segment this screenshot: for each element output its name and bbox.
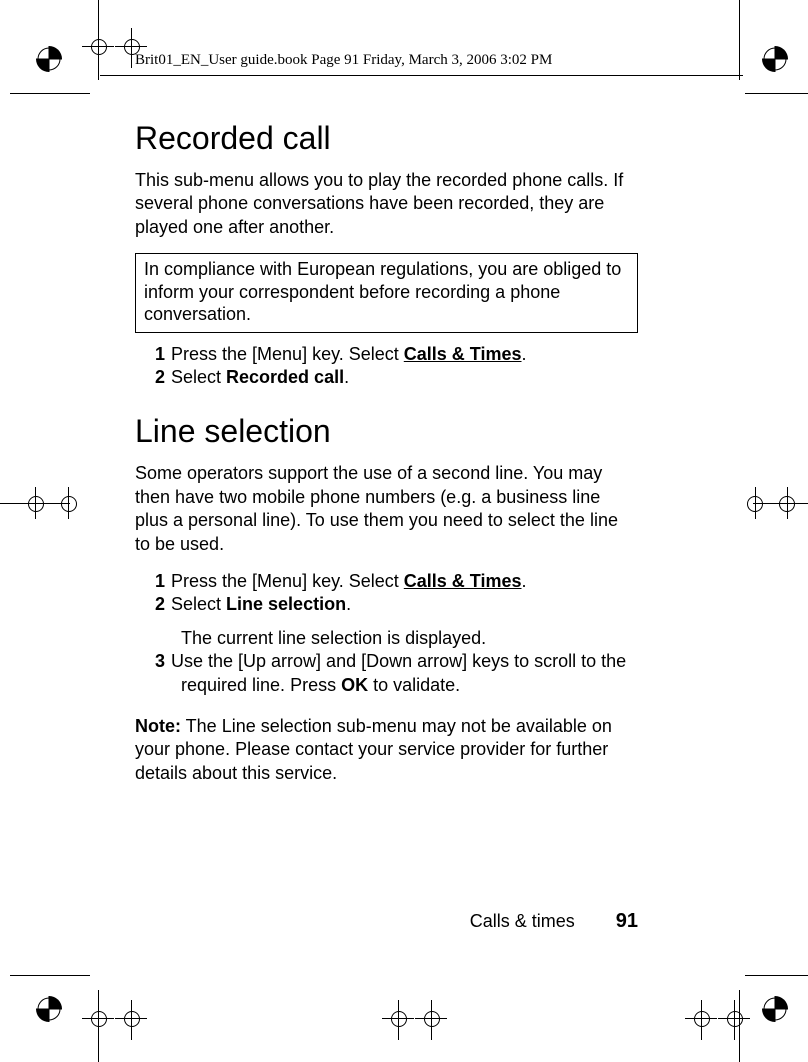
step-text: Press the [Menu] key. Select: [171, 344, 404, 364]
crop-mark: [745, 975, 808, 976]
registration-mark-icon: [36, 996, 62, 1022]
step-text: .: [522, 571, 527, 591]
menu-ref: Calls & Times: [404, 571, 522, 591]
menu-ref: Calls & Times: [404, 344, 522, 364]
step-text: .: [344, 367, 349, 387]
step-item: 3Use the [Up arrow] and [Down arrow] key…: [167, 650, 635, 697]
paragraph: This sub-menu allows you to play the rec…: [135, 169, 635, 239]
step-text: .: [522, 344, 527, 364]
step-item: 1Press the [Menu] key. Select Calls & Ti…: [167, 343, 635, 366]
step-text: Press the [Menu] key. Select: [171, 571, 404, 591]
step-item: 2Select Line selection. The current line…: [167, 593, 635, 650]
footer-chapter: Calls & times: [470, 911, 575, 931]
step-text: to validate.: [368, 675, 460, 695]
step-number: 1: [151, 570, 165, 593]
crop-mark: [739, 990, 740, 1062]
steps-list: 1 Press the [Menu] key. Select Calls & Ti…: [135, 570, 635, 697]
step-text: .: [346, 594, 351, 614]
step-item: 2Select Recorded call.: [167, 366, 635, 389]
note-paragraph: Note: The Line selection sub-menu may no…: [135, 715, 635, 785]
registration-mark-icon: [36, 46, 62, 72]
menu-ref: OK: [341, 675, 368, 695]
crop-mark: [739, 0, 740, 80]
page-content: Recorded call This sub-menu allows you t…: [135, 120, 635, 803]
compliance-notice: In compliance with European regulations,…: [135, 253, 638, 333]
step-text: Select: [171, 594, 226, 614]
registration-mark-icon: [762, 46, 788, 72]
step-number: 1: [151, 343, 165, 366]
running-header: Brit01_EN_User guide.book Page 91 Friday…: [135, 52, 552, 69]
page-number: 91: [616, 910, 638, 932]
header-rule: [100, 75, 743, 76]
step-number: 2: [151, 366, 165, 389]
step-continuation: The current line selection is displayed.: [181, 627, 635, 650]
heading-recorded-call: Recorded call: [135, 120, 635, 157]
step-number: 3: [151, 650, 165, 673]
menu-ref: Line selection: [226, 594, 346, 614]
steps-list: 1 Press the [Menu] key. Select Calls & Ti…: [135, 343, 635, 390]
menu-ref: Recorded call: [226, 367, 344, 387]
heading-line-selection: Line selection: [135, 413, 635, 450]
crop-mark: [10, 975, 90, 976]
step-text: Select: [171, 367, 226, 387]
paragraph: Some operators support the use of a seco…: [135, 462, 635, 556]
step-item: 1Press the [Menu] key. Select Calls & Ti…: [167, 570, 635, 593]
note-text: The Line selection sub-menu may not be a…: [135, 716, 612, 783]
registration-mark-icon: [762, 996, 788, 1022]
crop-mark: [745, 93, 808, 94]
step-number: 2: [151, 593, 165, 616]
crop-mark: [10, 93, 90, 94]
page-footer: Calls & times 91: [0, 910, 808, 933]
note-label: Note:: [135, 716, 181, 736]
